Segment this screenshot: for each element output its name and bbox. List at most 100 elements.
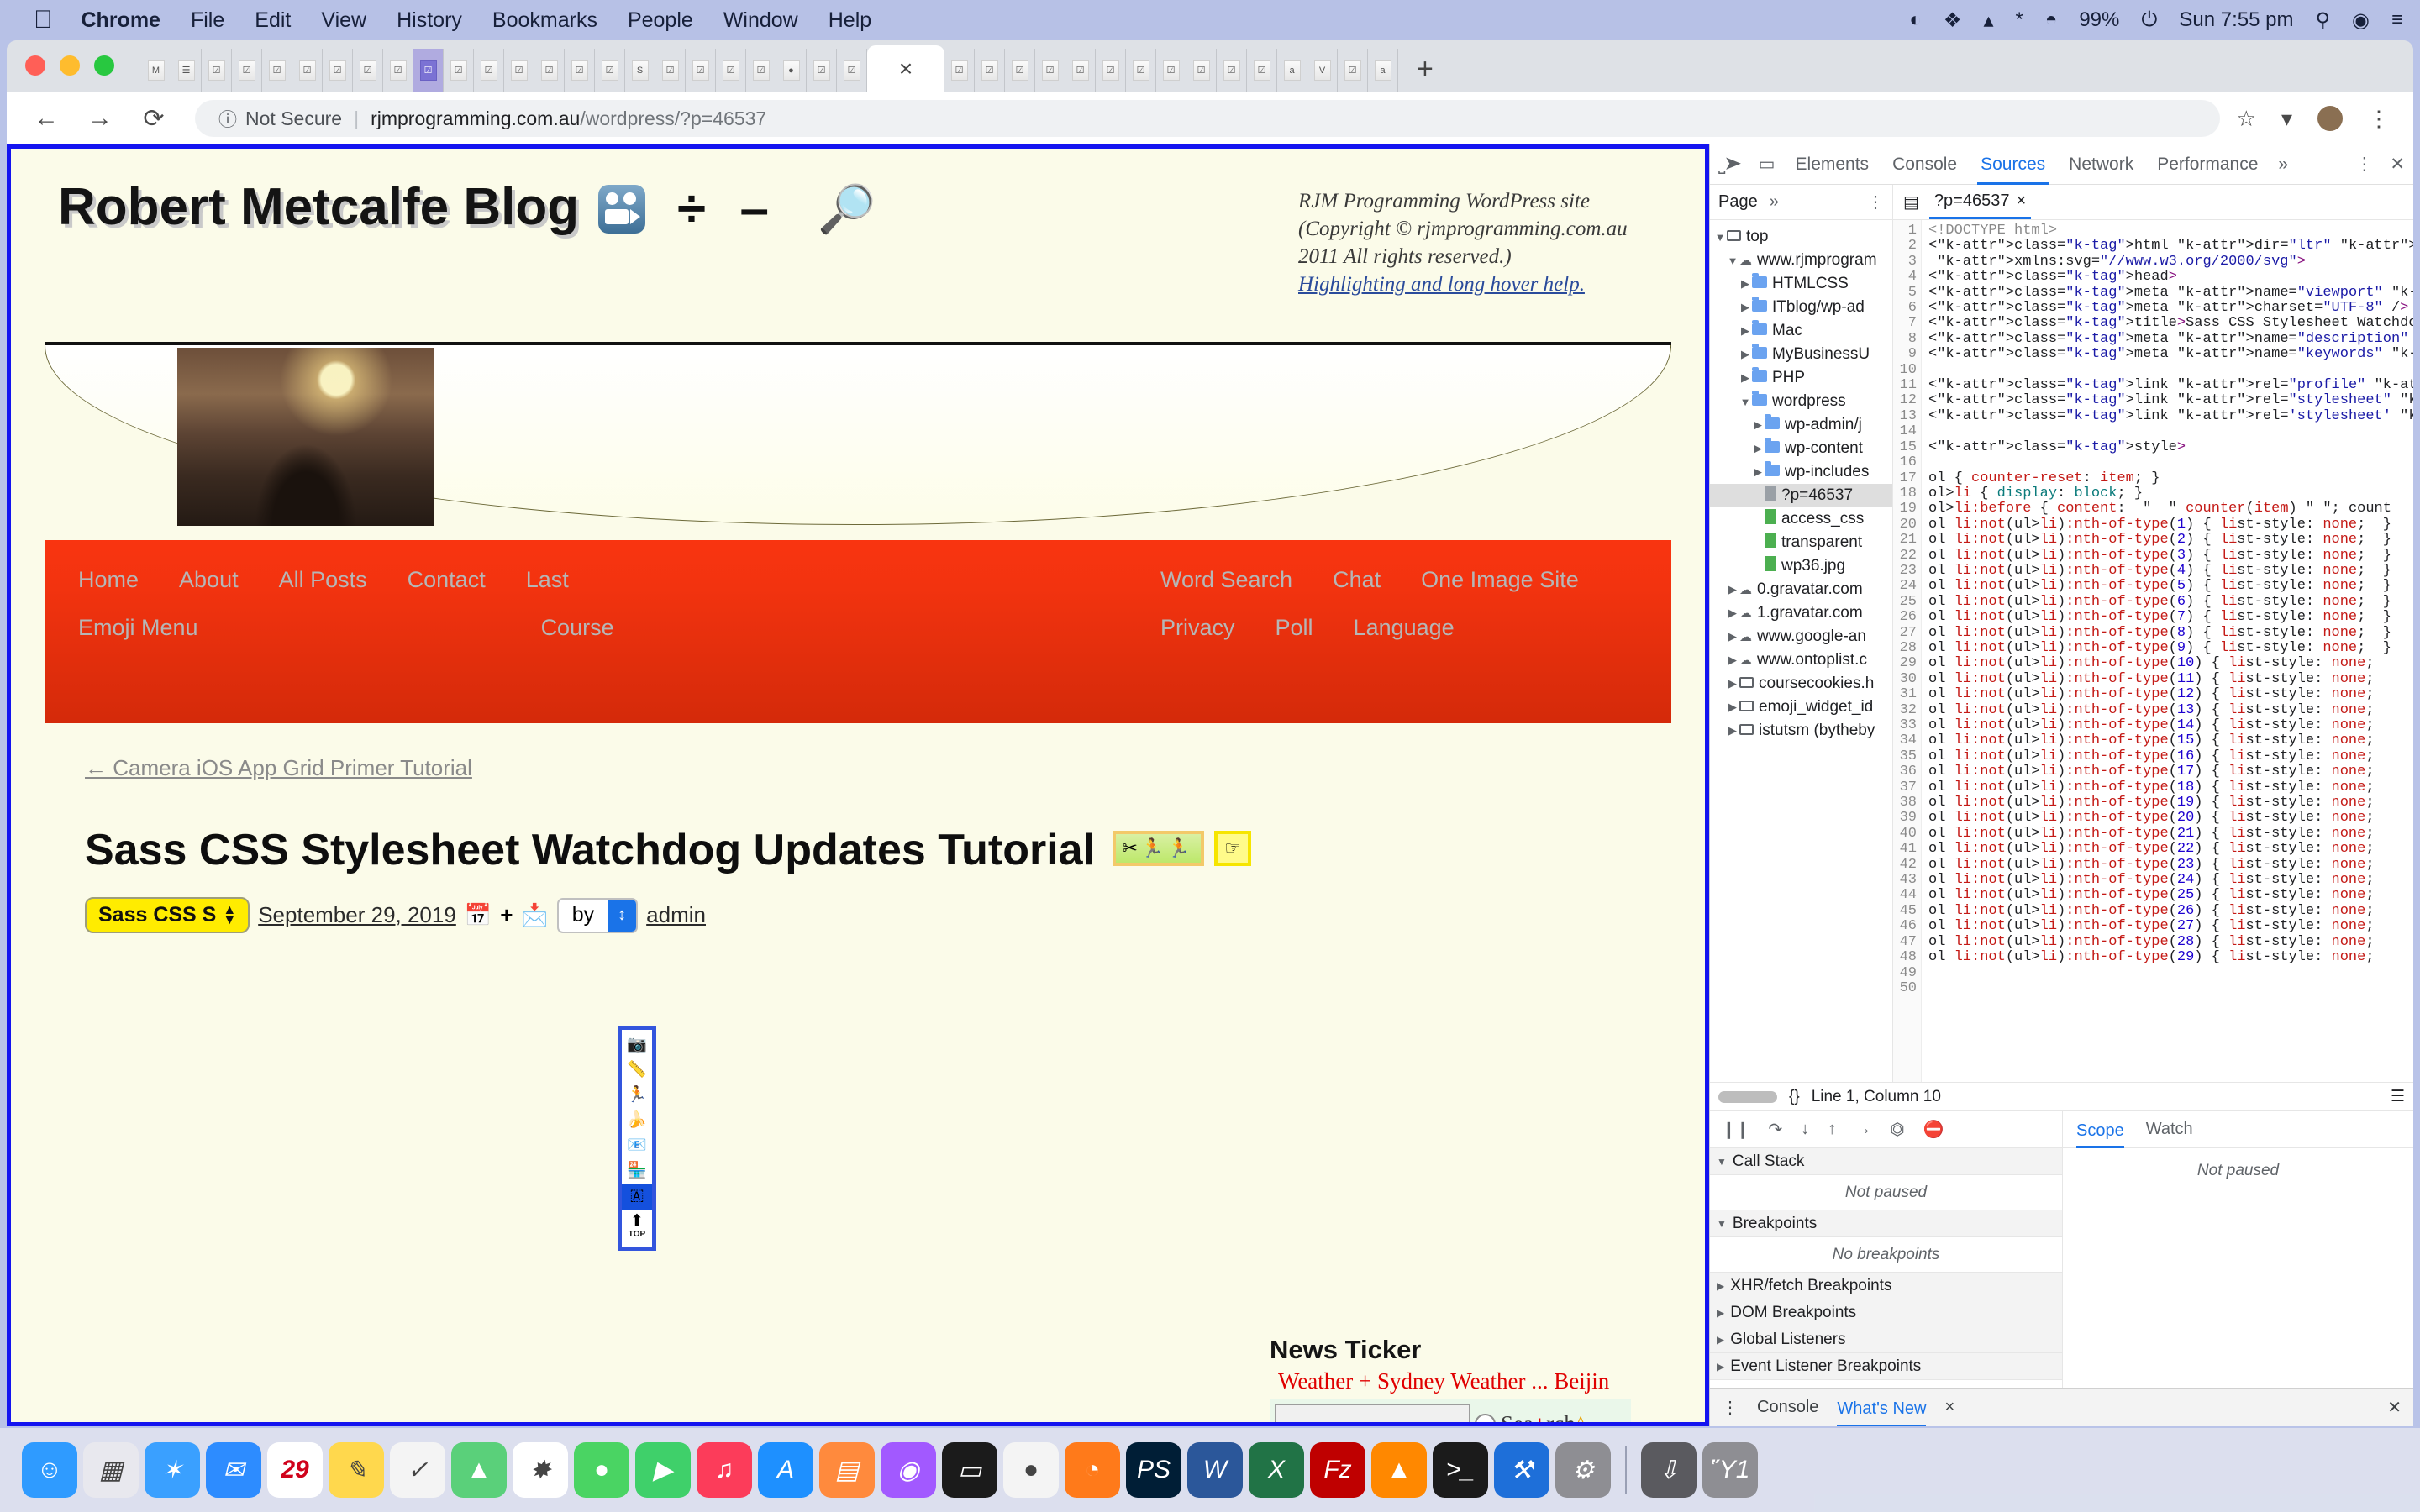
close-tab-icon[interactable]: × — [899, 55, 913, 82]
extension-icon[interactable]: ▾ — [2281, 106, 2292, 132]
tab[interactable]: ☑ — [807, 49, 837, 92]
flag-icon[interactable]: 🇦 — [622, 1184, 652, 1210]
tab[interactable]: ☑ — [202, 49, 232, 92]
magnifier-icon[interactable]: 🔍 — [818, 181, 876, 237]
tab[interactable]: ☑ — [534, 49, 565, 92]
envelope-icon[interactable]: 📧 — [627, 1134, 647, 1159]
tree-item[interactable]: access_css — [1710, 507, 1892, 531]
mail-icon[interactable]: 📩 — [521, 902, 548, 928]
editor-file-tab[interactable]: ?p=46537 × — [1928, 185, 2032, 219]
nav-item-poll[interactable]: Poll — [1276, 615, 1313, 641]
kebab-menu-icon[interactable]: ⋮ — [1722, 1397, 1739, 1418]
wifi-icon[interactable]: ◓ — [2045, 8, 2058, 32]
code-line[interactable]: <"k-attr">class="k-tag">meta "k-attr">na… — [1928, 331, 2413, 347]
code-line[interactable]: <"k-attr">class="k-tag">link "k-attr">re… — [1928, 377, 2413, 393]
twisty-icon[interactable]: ▶ — [1739, 324, 1752, 338]
code-line[interactable]: "k-attr">xmlns:svg="//www.w3.org/2000/sv… — [1928, 254, 2413, 270]
dock-item-appstore[interactable]: A — [758, 1442, 813, 1498]
tab-hovered[interactable]: ☑ — [413, 49, 444, 92]
code-line[interactable]: ol li:not(ul>li):nth-of-type(22) { list-… — [1928, 841, 2413, 857]
tree-item[interactable]: wp36.jpg — [1710, 554, 1892, 578]
tab-sources[interactable]: Sources — [1977, 144, 2049, 185]
menu-item-window[interactable]: Window — [723, 8, 798, 33]
search-radio[interactable] — [1475, 1413, 1496, 1422]
dock-item-vlc[interactable]: ▲ — [1371, 1442, 1427, 1498]
zoom-window-button[interactable] — [94, 55, 114, 76]
pause-icon[interactable]: ❙❙ — [1722, 1119, 1750, 1140]
tree-item[interactable]: ▶ wp-includes — [1710, 460, 1892, 484]
dock-item-firefox[interactable]: ◔ — [1065, 1442, 1120, 1498]
drawer-dismiss-icon[interactable]: ✕ — [2387, 1397, 2402, 1418]
dock-item-terminal[interactable]: >_ — [1433, 1442, 1488, 1498]
drawer-tab-console[interactable]: Console — [1757, 1398, 1818, 1417]
code-line[interactable]: <"k-attr">class="k-tag">link "k-attr">re… — [1928, 408, 2413, 424]
menu-item-chrome[interactable]: Chrome — [82, 8, 160, 33]
divide-icon[interactable]: ÷ — [677, 179, 706, 239]
code-line[interactable]: <"k-attr">class="k-tag">title>Sass CSS S… — [1928, 316, 2413, 332]
twisty-icon[interactable]: ▶ — [1751, 418, 1765, 432]
tab[interactable]: ☑ — [292, 49, 323, 92]
dock-item-notes[interactable]: ✎ — [329, 1442, 384, 1498]
tree-item[interactable]: ?p=46537 — [1710, 484, 1892, 507]
dock-item-photoshop[interactable]: PS — [1126, 1442, 1181, 1498]
twisty-icon[interactable]: ▶ — [1726, 654, 1739, 667]
twisty-icon[interactable]: ▼ — [1739, 396, 1752, 408]
vending-machine-icon[interactable]: 🏪 — [627, 1159, 647, 1184]
nav-item-course[interactable]: Course — [541, 615, 614, 641]
tab[interactable]: ☑ — [504, 49, 534, 92]
dock-item-facetime[interactable]: ▶ — [635, 1442, 691, 1498]
new-tab-button[interactable]: + — [1417, 53, 1434, 86]
code-line[interactable] — [1928, 981, 2413, 996]
tab[interactable]: ● — [776, 49, 807, 92]
twisty-icon[interactable]: ▶ — [1739, 348, 1752, 361]
tab-console[interactable]: Console — [1889, 144, 1960, 185]
dock-item-tv[interactable]: ▭ — [942, 1442, 997, 1498]
code-line[interactable]: <"k-attr">class="k-tag">style> — [1928, 439, 2413, 455]
code-line[interactable]: ol li:not(ul>li):nth-of-type(2) { list-s… — [1928, 532, 2413, 548]
tab[interactable]: ☰ — [171, 49, 202, 92]
step-out-icon[interactable]: ↑ — [1828, 1120, 1836, 1139]
code-line[interactable]: ol li:not(ul>li):nth-of-type(10) { list-… — [1928, 655, 2413, 671]
nav-item-home[interactable]: Home — [78, 567, 139, 593]
dropbox-icon[interactable]: ❖ — [1944, 8, 1962, 33]
code-line[interactable]: ol li:not(ul>li):nth-of-type(26) { list-… — [1928, 903, 2413, 919]
twisty-icon[interactable]: ▶ — [1739, 277, 1752, 291]
nav-item-language[interactable]: Language — [1354, 615, 1455, 641]
code-line[interactable]: ol li:not(ul>li):nth-of-type(18) { list-… — [1928, 780, 2413, 795]
code-line[interactable] — [1928, 363, 2413, 378]
code-line[interactable]: ol li:not(ul>li):nth-of-type(13) { list-… — [1928, 702, 2413, 718]
code-line[interactable]: ol li:not(ul>li):nth-of-type(3) { list-s… — [1928, 548, 2413, 564]
accordion-global-listeners[interactable]: ▶ Global Listeners — [1710, 1326, 2062, 1353]
code-line[interactable]: ol li:not(ul>li):nth-of-type(4) { list-s… — [1928, 563, 2413, 579]
tab[interactable]: ☑ — [565, 49, 595, 92]
dock-item-excel[interactable]: X — [1249, 1442, 1304, 1498]
dock-item-downloads[interactable]: ⇩ — [1641, 1442, 1697, 1498]
dock-item-filezilla[interactable]: Fz — [1310, 1442, 1365, 1498]
accordion-call-stack[interactable]: ▼ Call Stack — [1710, 1148, 2062, 1175]
siri-icon[interactable]: ◉ — [2352, 8, 2370, 33]
tree-item[interactable]: transparent — [1710, 531, 1892, 554]
nav-item-privacy[interactable]: Privacy — [1160, 615, 1235, 641]
tab[interactable]: ☑ — [323, 49, 353, 92]
address-bar[interactable]: ⓘ Not Secure | rjmprogramming.com.au/wor… — [195, 100, 2220, 137]
code-line[interactable]: ol li:not(ul>li):nth-of-type(12) { list-… — [1928, 686, 2413, 702]
tab[interactable]: ☑ — [1247, 49, 1277, 92]
tab-scope[interactable]: Scope — [2076, 1111, 2124, 1148]
tab-watch[interactable]: Watch — [2146, 1120, 2193, 1139]
tab[interactable]: ☑ — [444, 49, 474, 92]
code-line[interactable] — [1928, 455, 2413, 470]
by-select[interactable]: by ↕ — [556, 897, 639, 933]
twisty-icon[interactable]: ▶ — [1726, 724, 1739, 738]
tab[interactable]: ☑ — [1005, 49, 1035, 92]
highlighting-help-link[interactable]: Highlighting and long hover help. — [1298, 273, 1585, 296]
deactivate-breakpoints-icon[interactable]: ⏣ — [1890, 1119, 1904, 1140]
category-select[interactable]: Sass CSS S ▲ ▼ — [85, 897, 250, 933]
ruler-icon[interactable]: 📏 — [627, 1058, 647, 1084]
dock-item-maps[interactable]: ▲ — [451, 1442, 507, 1498]
twisty-icon[interactable]: ▶ — [1726, 583, 1739, 596]
tab[interactable]: ☑ — [746, 49, 776, 92]
info-circle-icon[interactable]: ⓘ — [218, 105, 237, 132]
accordion-dom-breakpoints[interactable]: ▶ DOM Breakpoints — [1710, 1299, 2062, 1326]
accordion-event-listener-breakpoints[interactable]: ▶ Event Listener Breakpoints — [1710, 1353, 2062, 1380]
apple-icon[interactable]:  — [34, 8, 53, 33]
